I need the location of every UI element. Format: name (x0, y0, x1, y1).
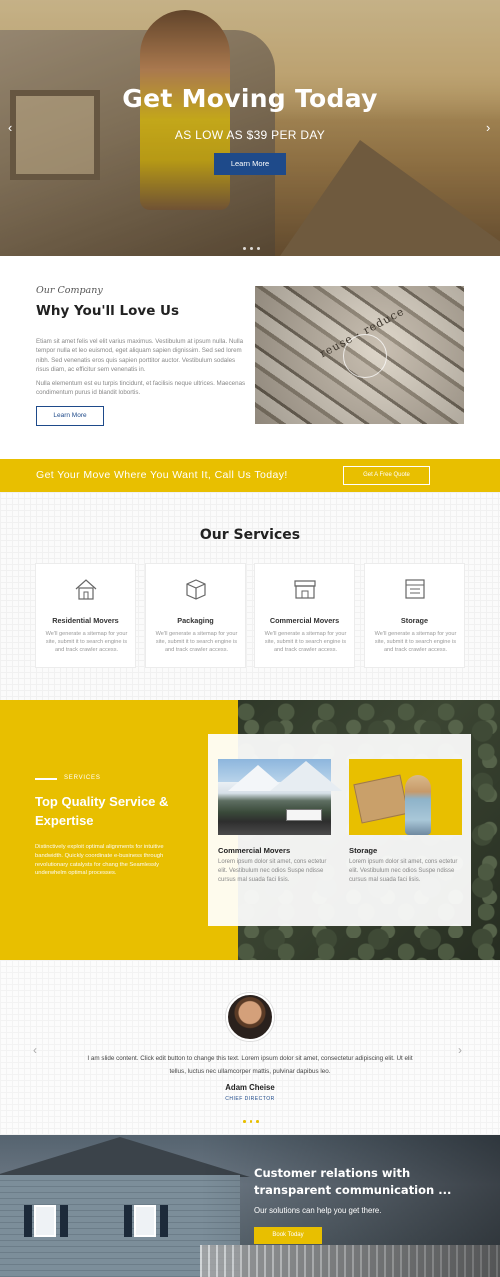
testimonial-role: CHIEF DIRECTOR (225, 1096, 275, 1102)
bottom-subtitle: Our solutions can help you get there. (254, 1206, 382, 1215)
house-banner-image (0, 1135, 500, 1277)
card-title-storage[interactable]: Storage (349, 846, 377, 855)
hero-prev-arrow-icon[interactable]: ‹ (8, 120, 12, 135)
quality-eyebrow: SERVICES (64, 775, 101, 781)
storage-image (349, 759, 462, 835)
hero-subtitle: AS LOW AS $39 PER DAY (174, 128, 326, 142)
about-paragraph-1: Etiam sit amet felis vel elit varius max… (36, 338, 244, 373)
card-desc-commercial: Lorem ipsum dolor sit amet, cons ectetur… (218, 859, 327, 884)
hero-slide-dots[interactable] (243, 247, 260, 250)
storage-icon (405, 579, 425, 599)
eyebrow-line (35, 778, 57, 780)
service-desc: We'll generate a sitemap for your site, … (374, 631, 457, 653)
about-learn-more-button[interactable]: Learn More (36, 406, 104, 426)
service-desc: We'll generate a sitemap for your site, … (264, 631, 347, 653)
bottom-title: Customer relations with transparent comm… (254, 1166, 452, 1197)
commercial-movers-image (218, 759, 342, 835)
testimonial-dots[interactable] (243, 1120, 259, 1123)
free-quote-button[interactable]: Get A Free Quote (343, 466, 430, 485)
truck-icon (286, 809, 322, 821)
testimonial-prev-arrow-icon[interactable]: ‹ (33, 1043, 37, 1057)
avatar (226, 993, 274, 1041)
service-name: Storage (400, 616, 429, 625)
service-card-packaging[interactable]: Packaging We'll generate a sitemap for y… (145, 563, 246, 668)
quality-title: Top Quality Service & Expertise (35, 794, 169, 828)
service-desc: We'll generate a sitemap for your site, … (45, 631, 128, 653)
testimonial-text: I am slide content. Click edit button to… (87, 1055, 413, 1075)
services-title: Our Services (199, 527, 301, 543)
service-desc: We'll generate a sitemap for your site, … (155, 631, 238, 653)
service-card-storage[interactable]: Storage We'll generate a sitemap for you… (364, 563, 465, 668)
woman-figure (405, 775, 431, 835)
quality-yellow-panel (0, 700, 238, 960)
about-eyebrow: Our Company (36, 285, 103, 296)
hero-title: Get Moving Today (122, 84, 378, 113)
service-name: Packaging (177, 616, 214, 625)
service-name: Residential Movers (52, 616, 119, 625)
book-today-button[interactable]: Book Today (254, 1227, 322, 1244)
testimonial-section (0, 960, 500, 1135)
about-cardboard-image: reuse · reduce (255, 286, 464, 424)
hero-next-arrow-icon[interactable]: › (486, 120, 490, 135)
testimonial-name: Adam Cheise (225, 1083, 275, 1092)
about-title: Why You'll Love Us (36, 303, 180, 319)
card-desc-storage: Lorem ipsum dolor sit amet, cons ectetur… (349, 859, 458, 884)
card-title-commercial[interactable]: Commercial Movers (218, 846, 290, 855)
cardboard-box (353, 774, 409, 824)
box-icon (186, 579, 206, 600)
cta-text: Get Your Move Where You Want It, Call Us… (36, 469, 288, 481)
about-paragraph-2: Nulla elementum est eu turpis tincidunt,… (36, 380, 246, 397)
service-card-residential[interactable]: Residential Movers We'll generate a site… (35, 563, 136, 668)
service-name: Commercial Movers (269, 616, 340, 625)
hero-learn-more-button[interactable]: Learn More (214, 153, 286, 175)
house-icon (75, 579, 97, 600)
quality-description: Distinctively exploit optimal alignments… (35, 844, 164, 877)
service-card-commercial[interactable]: Commercial Movers We'll generate a sitem… (254, 563, 355, 668)
store-icon (294, 580, 316, 599)
testimonial-next-arrow-icon[interactable]: › (458, 1043, 462, 1057)
